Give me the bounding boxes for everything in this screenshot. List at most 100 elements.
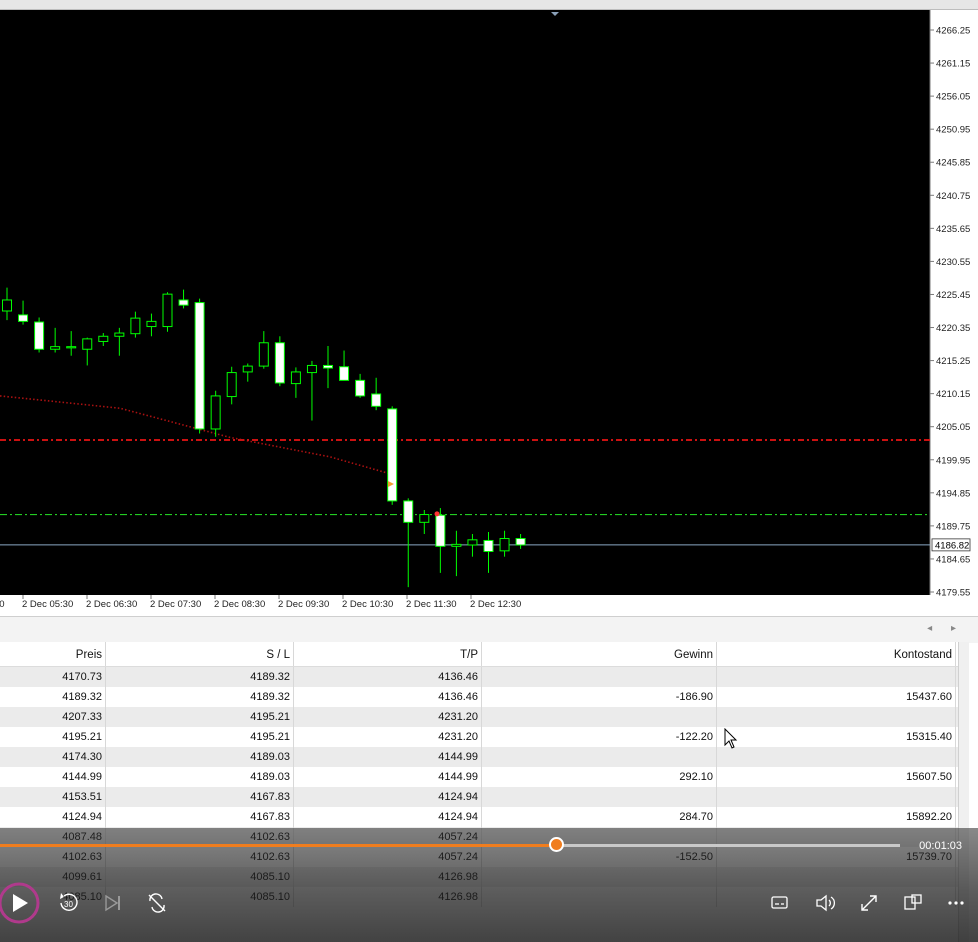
panel-scroll-arrows-icon[interactable]: ◂ ▸ bbox=[927, 623, 964, 634]
time-axis-label: 2 Dec 08:30 bbox=[214, 599, 265, 610]
time-axis-label: 2 Dec 10:30 bbox=[342, 599, 393, 610]
cell-price: 4144.99 bbox=[0, 767, 106, 787]
cell-price: 4124.94 bbox=[0, 807, 106, 827]
price-chart[interactable]: 4266.25 4261.15 4256.05 4250.95 4245.85 4240.… bbox=[0, 10, 978, 616]
rewind-30-button[interactable]: 30 bbox=[58, 892, 82, 914]
pip-icon bbox=[904, 894, 922, 910]
time-axis-label: 2 Dec 09:30 bbox=[278, 599, 329, 610]
captions-icon bbox=[771, 896, 788, 909]
video-player-overlay: 00:01:03 30 bbox=[0, 828, 978, 942]
price-axis-label: 4240.75 bbox=[936, 191, 970, 202]
candle-body bbox=[419, 514, 430, 523]
price-axis-label: 4179.55 bbox=[936, 588, 970, 599]
table-row[interactable]: 4153.51 4167.83 4124.94 bbox=[0, 787, 958, 807]
seek-bar-thumb[interactable] bbox=[549, 837, 565, 852]
candlestick-chart-svg[interactable]: 4266.25 4261.15 4256.05 4250.95 4245.85 4240.… bbox=[0, 10, 978, 616]
cell-price: 4189.32 bbox=[0, 687, 106, 707]
price-axis-label: 4235.65 bbox=[936, 224, 970, 235]
col-header-sl[interactable]: S / L bbox=[106, 642, 294, 666]
price-axis-label: 4266.25 bbox=[936, 26, 970, 37]
loop-off-icon bbox=[148, 893, 166, 913]
candle-body bbox=[82, 338, 93, 350]
skip-next-button[interactable] bbox=[104, 894, 124, 912]
candle-body bbox=[210, 395, 221, 430]
timecode: 00:01:03 bbox=[919, 840, 962, 852]
cell-price: 4207.33 bbox=[0, 707, 106, 727]
cell-price: 4195.21 bbox=[0, 727, 106, 747]
candle-body bbox=[98, 335, 109, 342]
rewind-30-icon: 30 bbox=[60, 893, 78, 911]
col-header-price[interactable]: Preis bbox=[0, 642, 106, 666]
col-header-tp[interactable]: T/P bbox=[294, 642, 482, 666]
cell-sl: 4189.03 bbox=[106, 767, 294, 787]
play-icon bbox=[0, 882, 40, 924]
cell-price: 4174.30 bbox=[0, 747, 106, 767]
time-axis-label: 2 Dec 12:30 bbox=[470, 599, 521, 610]
candle-body bbox=[130, 317, 141, 335]
chart-plot-area bbox=[0, 10, 930, 595]
cell-balance: 15315.40 bbox=[717, 727, 956, 747]
price-axis-label: 4184.65 bbox=[936, 554, 970, 565]
cell-balance: 15607.50 bbox=[717, 767, 956, 787]
table-row[interactable]: 4195.21 4195.21 4231.20 -122.20 15315.40 bbox=[0, 727, 958, 747]
candle-body bbox=[515, 538, 526, 546]
cell-profit: -122.20 bbox=[482, 727, 717, 747]
price-axis-label: 4225.45 bbox=[936, 290, 970, 301]
candle-body bbox=[435, 514, 446, 547]
candle-body bbox=[242, 365, 253, 373]
cell-profit: -186.90 bbox=[482, 687, 717, 707]
price-axis-label: 4230.55 bbox=[936, 257, 970, 268]
cell-tp: 4124.94 bbox=[294, 807, 482, 827]
candle-body bbox=[178, 299, 189, 306]
trade-exit-marker-icon bbox=[434, 511, 440, 517]
fullscreen-button[interactable] bbox=[858, 892, 880, 914]
table-header-row: Preis S / L T/P Gewinn Kontostand bbox=[0, 642, 958, 667]
candle-body bbox=[194, 302, 205, 430]
candle-body bbox=[114, 332, 125, 337]
cell-balance bbox=[717, 787, 956, 807]
loop-off-button[interactable] bbox=[146, 892, 168, 914]
top-toolbar-strip bbox=[0, 0, 978, 10]
cell-sl: 4195.21 bbox=[106, 707, 294, 727]
col-header-profit[interactable]: Gewinn bbox=[482, 642, 717, 666]
cell-balance bbox=[717, 667, 956, 687]
col-header-balance[interactable]: Kontostand bbox=[717, 642, 956, 666]
terminal-panel-header: ◂ ▸ bbox=[0, 616, 978, 643]
candle-body bbox=[483, 539, 494, 552]
table-row[interactable]: 4207.33 4195.21 4231.20 bbox=[0, 707, 958, 727]
candle-body bbox=[451, 543, 462, 547]
volume-icon bbox=[816, 894, 835, 912]
volume-button[interactable] bbox=[814, 892, 836, 914]
mouse-pointer-icon bbox=[724, 728, 738, 749]
more-options-button[interactable] bbox=[944, 892, 968, 914]
cell-sl: 4167.83 bbox=[106, 787, 294, 807]
table-row[interactable]: 4189.32 4189.32 4136.46 -186.90 15437.60 bbox=[0, 687, 958, 707]
current-price-label: 4186.82 bbox=[935, 540, 969, 551]
price-axis-label: 4256.05 bbox=[936, 92, 970, 103]
price-axis-label: 4199.95 bbox=[936, 455, 970, 466]
play-button[interactable] bbox=[0, 882, 42, 924]
cell-profit bbox=[482, 667, 717, 687]
table-row[interactable]: 4174.30 4189.03 4144.99 bbox=[0, 747, 958, 767]
cell-sl: 4195.21 bbox=[106, 727, 294, 747]
cell-sl: 4167.83 bbox=[106, 807, 294, 827]
time-axis-label: 2 Dec 05:30 bbox=[22, 599, 73, 610]
candle-body bbox=[467, 539, 478, 546]
candle-body bbox=[323, 364, 333, 369]
picture-in-picture-button[interactable] bbox=[902, 892, 924, 914]
table-row[interactable]: 4144.99 4189.03 4144.99 292.10 15607.50 bbox=[0, 767, 958, 787]
more-icon bbox=[948, 901, 964, 905]
table-row[interactable]: 4124.94 4167.83 4124.94 284.70 15892.20 bbox=[0, 807, 958, 827]
captions-button[interactable] bbox=[770, 894, 790, 912]
fullscreen-icon bbox=[861, 895, 877, 911]
cell-profit bbox=[482, 707, 717, 727]
candle-body bbox=[50, 346, 61, 350]
cell-balance bbox=[717, 707, 956, 727]
candle-body bbox=[306, 364, 317, 374]
table-row[interactable]: 4170.73 4189.32 4136.46 bbox=[0, 667, 958, 687]
cell-price: 4170.73 bbox=[0, 667, 106, 687]
skip-next-icon bbox=[105, 894, 120, 912]
candle-body bbox=[499, 538, 510, 552]
cell-sl: 4189.32 bbox=[106, 667, 294, 687]
cell-tp: 4144.99 bbox=[294, 767, 482, 787]
